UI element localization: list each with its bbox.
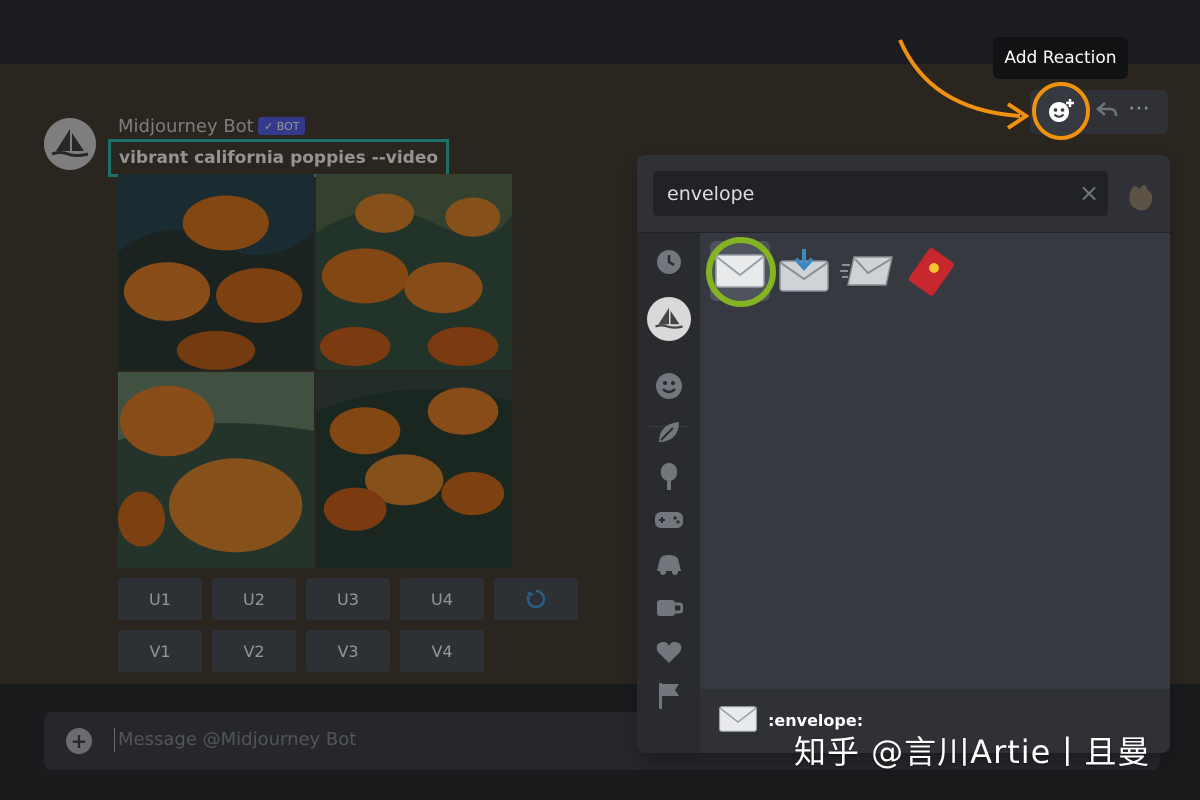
envelope-preview-icon	[718, 706, 758, 732]
image-tile-3[interactable]	[118, 372, 314, 568]
message-prompt: vibrant california poppies --video	[108, 139, 450, 177]
flags-category-icon[interactable]	[654, 681, 684, 711]
reroll-button[interactable]	[494, 578, 578, 620]
add-reaction-icon	[1049, 99, 1074, 122]
clapping-hands-icon	[1129, 185, 1153, 211]
incoming-envelope-icon	[840, 256, 893, 286]
image-tile-4[interactable]	[316, 372, 512, 568]
reply-icon[interactable]	[1096, 100, 1118, 120]
bot-avatar[interactable]	[44, 118, 96, 170]
image-tile-2[interactable]	[316, 174, 512, 370]
message-input-placeholder[interactable]: Message @Midjourney Bot	[118, 729, 356, 750]
bot-badge: ✓ BOT	[258, 117, 306, 135]
add-reaction-button[interactable]	[1032, 82, 1090, 140]
upscale-button-3[interactable]: U3	[306, 578, 390, 620]
travel-category-icon[interactable]	[654, 549, 684, 579]
envelope-with-arrow-icon	[779, 249, 829, 292]
sailboat-icon	[51, 129, 89, 157]
symbols-category-icon[interactable]	[654, 637, 684, 667]
red-envelope-icon	[908, 248, 955, 296]
add-attachment-button[interactable]: +	[66, 728, 92, 754]
smiley-category-icon[interactable]	[654, 371, 684, 401]
recent-icon[interactable]	[654, 247, 684, 277]
server-midjourney-icon[interactable]	[647, 297, 691, 341]
objects-category-icon[interactable]	[654, 593, 684, 623]
watermark: 知乎 @言川Artie丨且曼	[794, 733, 1151, 771]
emoji-red-envelope[interactable]	[902, 241, 962, 301]
upscale-button-1[interactable]: U1	[118, 578, 202, 620]
message-author[interactable]: Midjourney Bot	[118, 116, 254, 137]
emoji-envelope-with-arrow[interactable]	[774, 241, 834, 301]
emoji-category-rail	[637, 233, 700, 753]
text-caret	[114, 728, 115, 752]
refresh-icon	[526, 589, 546, 609]
image-tile-1[interactable]	[118, 174, 314, 370]
upscale-row: U1 U2 U3 U4	[118, 578, 578, 620]
image-grid[interactable]	[118, 174, 512, 568]
upscale-button-4[interactable]: U4	[400, 578, 484, 620]
more-options-icon[interactable]: ⋯	[1128, 96, 1152, 121]
add-reaction-tooltip: Add Reaction	[993, 37, 1128, 79]
clear-search-icon[interactable]: ×	[1077, 181, 1101, 205]
variation-button-4[interactable]: V4	[400, 630, 484, 672]
emoji-search-input[interactable]	[653, 171, 1053, 216]
activities-category-icon[interactable]	[654, 505, 684, 535]
food-category-icon[interactable]	[654, 461, 684, 491]
variation-button-3[interactable]: V3	[306, 630, 390, 672]
variation-row: V1 V2 V3 V4	[118, 630, 484, 672]
envelope-highlight-ring	[706, 237, 776, 307]
skin-tone-selector[interactable]	[1123, 179, 1157, 217]
variation-button-1[interactable]: V1	[118, 630, 202, 672]
emoji-incoming-envelope[interactable]	[838, 241, 898, 301]
nature-category-icon[interactable]	[654, 417, 684, 447]
emoji-search-box: ×	[653, 171, 1108, 216]
emoji-results	[700, 233, 1170, 689]
upscale-button-2[interactable]: U2	[212, 578, 296, 620]
variation-button-2[interactable]: V2	[212, 630, 296, 672]
